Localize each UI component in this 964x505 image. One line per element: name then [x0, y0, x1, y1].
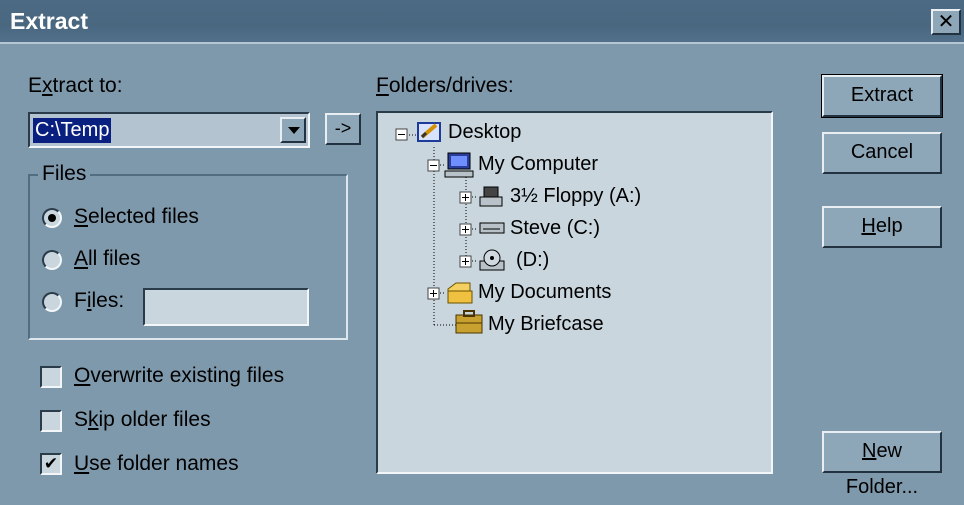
extract-to-label-accel: x [42, 74, 53, 97]
folders-drives-text: olders/drives: [388, 74, 514, 97]
all-files-accel: A [74, 247, 89, 270]
cancel-button[interactable]: Cancel [822, 132, 942, 174]
use-folder-names-label[interactable]: Use folder names [74, 452, 239, 476]
all-files-text: ll files [88, 247, 141, 270]
overwrite-accel: O [74, 364, 91, 387]
tree-item-desktop[interactable]: Desktop [448, 121, 521, 144]
tree-item-my-briefcase[interactable]: My Briefcase [488, 313, 604, 336]
all-files-label[interactable]: All files [74, 247, 141, 271]
files-pattern-start: F [74, 289, 87, 312]
files-group-title: Files [38, 162, 91, 186]
overwrite-checkbox[interactable] [40, 366, 62, 388]
selected-files-radio[interactable] [42, 208, 62, 228]
new-folder-button[interactable]: New Folder... [822, 431, 942, 498]
extract-to-value[interactable]: C:\Temp [33, 118, 112, 143]
files-pattern-label[interactable]: Files: [74, 289, 124, 313]
selected-files-accel: S [74, 205, 89, 228]
help-text: elp [875, 215, 903, 237]
skip-older-accel: k [88, 408, 99, 431]
folder-icon [447, 282, 473, 304]
close-button[interactable]: ✕ [931, 9, 961, 35]
folder-tree[interactable]: Desktop My Computer 3½ Floppy (A:) Steve… [376, 111, 773, 474]
extract-to-label: Extract to: [28, 74, 123, 98]
desktop-icon [417, 122, 441, 142]
tree-item-my-documents[interactable]: My Documents [478, 281, 611, 304]
extract-to-label-start: E [28, 74, 43, 97]
help-accel: H [861, 215, 876, 237]
help-button[interactable]: Help [822, 206, 942, 248]
files-pattern-radio[interactable] [42, 292, 62, 312]
files-pattern-input[interactable] [143, 288, 309, 326]
files-pattern-rest: les: [91, 289, 125, 312]
new-folder-text: ew Folder... [845, 440, 919, 498]
tree-item-steve-c[interactable]: Steve (C:) [510, 217, 600, 240]
use-folder-names-text: se folder names [89, 452, 239, 475]
cd-drive-icon [479, 249, 505, 271]
skip-older-start: S [74, 408, 89, 431]
briefcase-icon [455, 310, 483, 334]
floppy-drive-icon [479, 186, 503, 207]
selected-files-label[interactable]: Selected files [74, 205, 199, 229]
computer-icon [444, 152, 474, 178]
tree-item-my-computer[interactable]: My Computer [478, 153, 598, 176]
window-title: Extract [10, 8, 88, 34]
skip-older-rest: ip older files [98, 408, 211, 431]
use-folder-names-checkbox[interactable]: ✔ [40, 453, 62, 475]
dropdown-arrow-icon[interactable] [280, 117, 306, 143]
tree-item-d-drive[interactable]: (D:) [516, 249, 549, 272]
tree-item-floppy[interactable]: 3½ Floppy (A:) [510, 185, 641, 208]
close-icon: ✕ [937, 9, 955, 33]
use-folder-names-accel: U [74, 452, 90, 475]
extract-to-combobox[interactable]: C:\Temp [28, 112, 310, 148]
title-bar[interactable]: Extract ✕ [0, 0, 964, 44]
overwrite-text: verwrite existing files [90, 364, 285, 387]
selected-files-text: elected files [88, 205, 199, 228]
new-folder-accel: N [861, 440, 877, 462]
folders-drives-accel: F [376, 74, 389, 97]
folders-drives-label: Folders/drives: [376, 74, 514, 98]
extract-to-label-rest: tract to: [52, 74, 123, 97]
extract-button[interactable]: Extract [821, 74, 943, 118]
all-files-radio[interactable] [42, 250, 62, 270]
skip-older-checkbox[interactable] [40, 410, 62, 432]
overwrite-label[interactable]: Overwrite existing files [74, 364, 284, 388]
skip-older-label[interactable]: Skip older files [74, 408, 211, 432]
hard-drive-icon [479, 222, 505, 234]
go-to-path-button[interactable]: -> [325, 113, 361, 145]
